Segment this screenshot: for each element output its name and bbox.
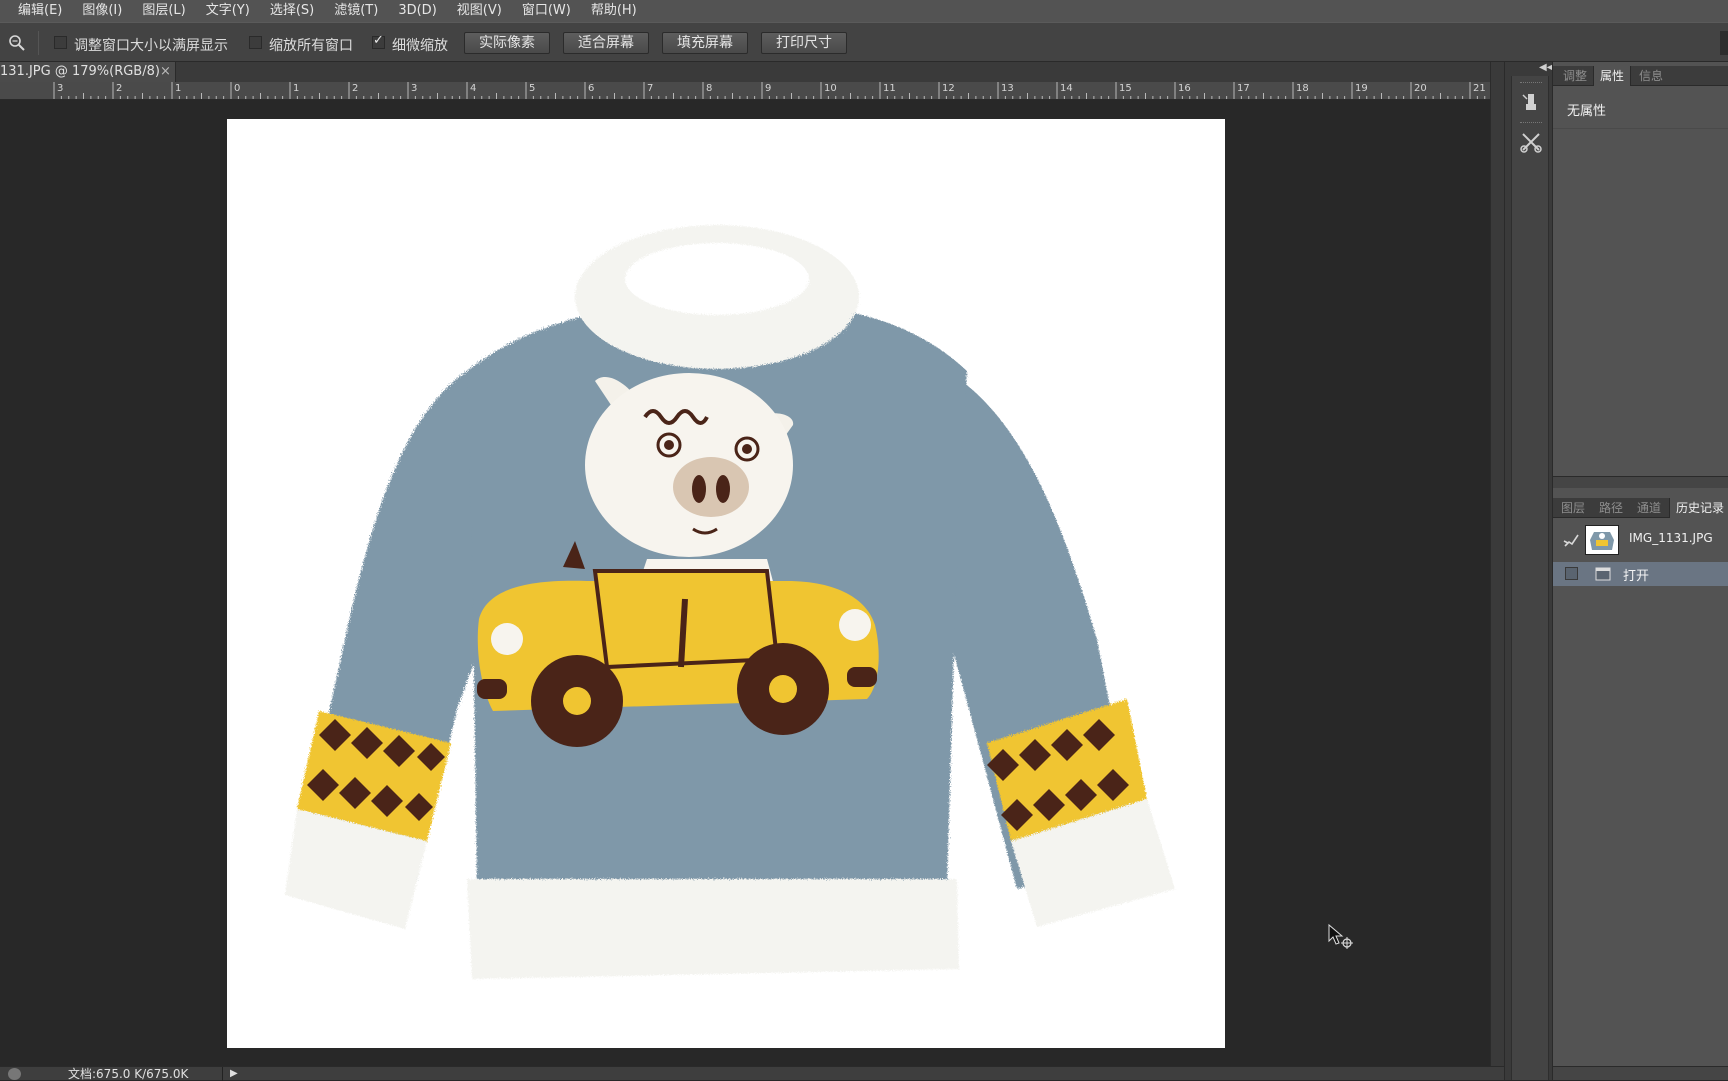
status-arrow-icon[interactable]: ▶ <box>230 1068 238 1079</box>
resize-windows-checkbox[interactable] <box>54 36 67 49</box>
tab-info[interactable]: 信息 <box>1633 66 1669 86</box>
options-separator <box>38 31 39 55</box>
document-tab[interactable]: 131.JPG @ 179%(RGB/8) × <box>0 62 176 82</box>
fill-screen-button[interactable]: 填充屏幕 <box>662 32 748 54</box>
ruler-label: 16 <box>1178 83 1191 94</box>
properties-tab-bar: 调整 属性 信息 <box>1553 66 1728 86</box>
ruler-label: 8 <box>706 83 712 94</box>
vertical-scrollbar[interactable] <box>1490 62 1504 1080</box>
menu-3d[interactable]: 3D(D) <box>388 0 446 22</box>
options-bar: 调整窗口大小以满屏显示 缩放所有窗口 细微缩放 实际像素 适合屏幕 填充屏幕 打… <box>0 22 1728 62</box>
ruler-label: 2 <box>352 83 358 94</box>
snapshot-thumbnail <box>1585 525 1619 555</box>
ruler-label: 20 <box>1414 83 1427 94</box>
strip-grip[interactable] <box>1520 82 1542 85</box>
document-tab-title: 131.JPG @ 179%(RGB/8) <box>0 64 160 79</box>
history-state-checkbox[interactable] <box>1565 567 1578 580</box>
canvas-area[interactable] <box>0 100 1490 1066</box>
doc-size-readout: 文档:675.0 K/675.0K <box>68 1067 189 1081</box>
print-size-button[interactable]: 打印尺寸 <box>761 32 847 54</box>
ruler-label: 11 <box>883 83 896 94</box>
menu-select[interactable]: 选择(S) <box>260 0 324 22</box>
ruler-label: 17 <box>1237 83 1250 94</box>
zoom-tool-icon[interactable] <box>8 34 26 52</box>
actual-pixels-button[interactable]: 实际像素 <box>464 32 550 54</box>
ruler-label: 13 <box>1001 83 1014 94</box>
ruler-label: 15 <box>1119 83 1132 94</box>
status-menu-icon[interactable] <box>8 1068 21 1080</box>
tab-adjustments[interactable]: 调整 <box>1557 66 1593 86</box>
ruler-label: 1 <box>175 83 181 94</box>
document-tab-strip: 131.JPG @ 179%(RGB/8) × <box>0 62 1504 82</box>
panels-footer <box>1553 1066 1728 1080</box>
ruler-label: 0 <box>234 83 240 94</box>
status-divider <box>222 1067 223 1081</box>
document-canvas[interactable] <box>227 119 1225 1048</box>
resize-windows-label: 调整窗口大小以满屏显示 <box>74 38 228 54</box>
status-bar: 文档:675.0 K/675.0K ▶ <box>0 1066 1504 1081</box>
history-state-label: 打开 <box>1623 569 1650 584</box>
panels-dock: 调整 属性 信息 无属性 图层 路径 通道 历史记录 IMG_1131.JPG <box>1552 62 1728 1080</box>
menu-window[interactable]: 窗口(W) <box>512 0 581 22</box>
zoom-all-windows-label: 缩放所有窗口 <box>269 38 353 54</box>
properties-divider <box>1553 128 1728 129</box>
layers-tab-bar: 图层 路径 通道 历史记录 <box>1553 498 1728 518</box>
scrubby-zoom-checkbox[interactable] <box>372 33 385 49</box>
ruler-label: 19 <box>1355 83 1368 94</box>
history-brush-icon[interactable] <box>1563 532 1579 548</box>
sweater-image <box>285 225 1175 979</box>
ruler-label: 7 <box>647 83 653 94</box>
history-snapshot-row[interactable]: IMG_1131.JPG <box>1553 521 1728 559</box>
zoom-all-windows-checkbox[interactable] <box>249 36 262 49</box>
ruler-scale: 3 2 1 0 1 2 3 4 5 6 7 8 9 10 11 12 13 14 15 16 17 18 19 20 21 <box>53 82 1486 99</box>
menu-type[interactable]: 文字(Y) <box>196 0 260 22</box>
tab-layers[interactable]: 图层 <box>1555 498 1591 518</box>
tab-properties[interactable]: 属性 <box>1593 66 1632 86</box>
horizontal-ruler[interactable]: 3 2 1 0 1 2 3 4 5 6 7 8 9 10 11 12 13 14 15 16 17 18 19 20 21 <box>0 82 1490 100</box>
ruler-label: 12 <box>942 83 955 94</box>
ruler-label: 10 <box>824 83 837 94</box>
close-icon[interactable]: × <box>160 62 171 82</box>
menu-image[interactable]: 图像(I) <box>72 0 132 22</box>
snapshot-name: IMG_1131.JPG <box>1629 531 1713 545</box>
ruler-label: 2 <box>116 83 122 94</box>
document-icon <box>1595 567 1611 581</box>
icon-strip <box>1511 76 1549 1080</box>
scrubby-zoom-label: 细微缩放 <box>392 38 448 54</box>
panel-icon-column: ◀◀ <box>1504 62 1554 1080</box>
properties-content: 无属性 <box>1567 104 1607 119</box>
history-state-row[interactable]: 打开 <box>1553 562 1728 586</box>
ruler-label: 18 <box>1296 83 1309 94</box>
tab-channels[interactable]: 通道 <box>1631 498 1667 518</box>
tab-paths[interactable]: 路径 <box>1593 498 1629 518</box>
ruler-label: 1 <box>293 83 299 94</box>
menu-view[interactable]: 视图(V) <box>447 0 512 22</box>
ruler-label: 4 <box>470 83 476 94</box>
ruler-label: 9 <box>765 83 771 94</box>
fit-screen-button[interactable]: 适合屏幕 <box>563 32 649 54</box>
menu-filter[interactable]: 滤镜(T) <box>324 0 388 22</box>
cursor-icon <box>1328 923 1353 949</box>
ruler-label: 3 <box>57 83 63 94</box>
ruler-label: 3 <box>411 83 417 94</box>
menu-layer[interactable]: 图层(L) <box>132 0 195 22</box>
ruler-label: 5 <box>529 83 535 94</box>
ruler-label: 14 <box>1060 83 1073 94</box>
menu-edit[interactable]: 编辑(E) <box>0 0 72 22</box>
menu-bar: 编辑(E) 图像(I) 图层(L) 文字(Y) 选择(S) 滤镜(T) 3D(D… <box>0 0 1728 22</box>
menu-help[interactable]: 帮助(H) <box>581 0 647 22</box>
tab-history[interactable]: 历史记录 <box>1669 498 1728 518</box>
ruler-label: 21 <box>1473 83 1486 94</box>
properties-panel-footer <box>1553 476 1728 488</box>
clone-source-icon[interactable] <box>1519 130 1543 154</box>
tool-presets-icon[interactable] <box>1519 90 1543 114</box>
options-bar-edge <box>1720 31 1728 55</box>
ruler-label: 6 <box>588 83 594 94</box>
strip-grip[interactable] <box>1520 122 1542 125</box>
